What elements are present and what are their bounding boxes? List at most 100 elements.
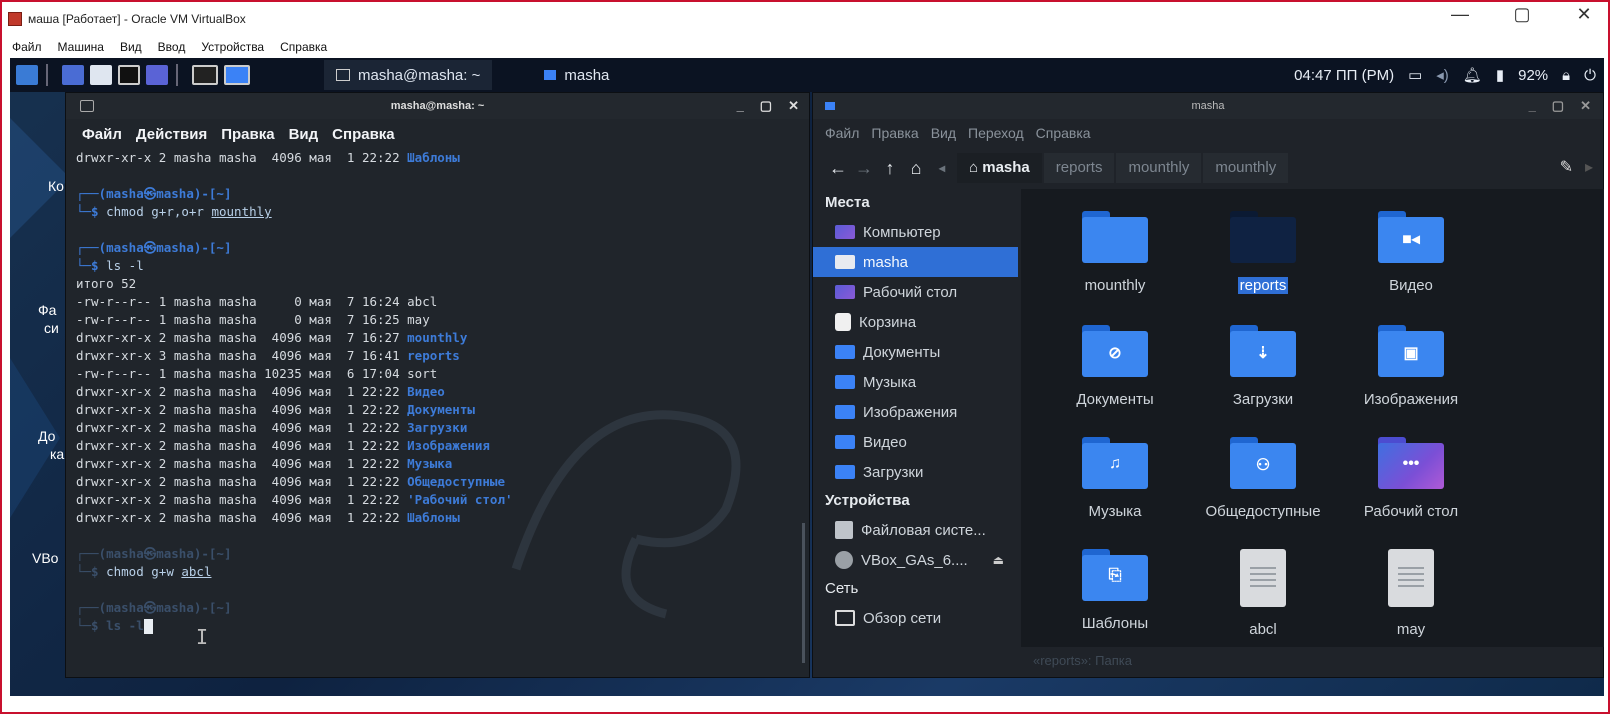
file-item[interactable]: may	[1337, 549, 1485, 638]
fm-minimize-button[interactable]: _	[1529, 98, 1536, 114]
notification-bell-icon[interactable]: 🔔︎	[1463, 66, 1482, 84]
terminal-menu-file[interactable]: Файл	[82, 126, 122, 143]
terminal-menu-view[interactable]: Вид	[289, 126, 319, 143]
task-terminal[interactable]: masha@masha: ~	[324, 60, 493, 90]
sidebar-item-pictures[interactable]: Изображения	[813, 397, 1018, 427]
close-button[interactable]: ✕	[1570, 4, 1598, 25]
file-item[interactable]: abcl	[1189, 549, 1337, 638]
folder-item[interactable]: ⚇ Общедоступные	[1189, 437, 1337, 520]
browser-launcher-icon[interactable]	[146, 65, 168, 85]
sidebar-item-computer[interactable]: Компьютер	[813, 217, 1018, 247]
host-menu-input[interactable]: Ввод	[158, 40, 186, 54]
desktop-icon-label[interactable]: Ко	[48, 178, 64, 194]
terminal-minimize-button[interactable]: _	[737, 98, 744, 114]
sidebar-item-vbox-cd[interactable]: VBox_GAs_6.... ⏏	[813, 545, 1018, 575]
up-arrow-icon[interactable]: ↑	[877, 158, 903, 179]
terminal-maximize-button[interactable]: ▢	[760, 98, 772, 114]
file-manager-launcher-icon[interactable]	[90, 65, 112, 85]
folder-item[interactable]: ⎘ Шаблоны	[1041, 549, 1189, 632]
host-menu-devices[interactable]: Устройства	[201, 40, 264, 54]
terminal-menu-help[interactable]: Справка	[332, 126, 394, 143]
forward-arrow-icon[interactable]: →	[851, 158, 877, 179]
folder-item[interactable]: ▣ Изображения	[1337, 325, 1485, 408]
breadcrumb-right-icon[interactable]: ▸	[1585, 157, 1593, 177]
fm-menu-go[interactable]: Переход	[968, 125, 1024, 141]
back-arrow-icon[interactable]: ←	[825, 158, 851, 179]
minimize-button[interactable]: —	[1446, 4, 1474, 25]
breadcrumb-item[interactable]: mounthly	[1203, 153, 1289, 183]
item-label: Документы	[1076, 391, 1154, 408]
folder-item[interactable]: ♫ Музыка	[1041, 437, 1189, 520]
sidebar-item-filesystem[interactable]: Файловая систе...	[813, 515, 1018, 545]
sidebar-item-documents[interactable]: Документы	[813, 337, 1018, 367]
file-manager-titlebar[interactable]: masha _ ▢ ✕	[813, 93, 1603, 119]
terminal-line: drwxr-xr-x 2 masha masha 4096 мая 1 22:2…	[76, 150, 460, 165]
item-label: reports	[1237, 277, 1289, 294]
folder-item[interactable]: ■◂ Видео	[1337, 211, 1485, 294]
sidebar-item-video[interactable]: Видео	[813, 427, 1018, 457]
terminal-scrollbar[interactable]	[802, 523, 805, 663]
desktop-icon-label[interactable]: си	[44, 320, 59, 336]
desktop-icon-label[interactable]: Фа	[38, 302, 56, 318]
sidebar-item-desktop[interactable]: Рабочий стол	[813, 277, 1018, 307]
host-menu-view[interactable]: Вид	[120, 40, 142, 54]
fm-maximize-button[interactable]: ▢	[1552, 98, 1564, 114]
item-label-wrap: Музыка	[1041, 503, 1189, 520]
host-menu-machine[interactable]: Машина	[58, 40, 104, 54]
desktop-icon-label[interactable]: VBo	[32, 550, 58, 566]
lock-icon[interactable]: 🔒︎	[1562, 67, 1570, 84]
workspace-2-icon[interactable]	[224, 65, 250, 85]
display-icon[interactable]: ▭	[1408, 66, 1422, 84]
fm-menu-view[interactable]: Вид	[931, 125, 956, 141]
panel-separator	[46, 64, 48, 86]
fm-close-button[interactable]: ✕	[1580, 98, 1591, 114]
fm-menu-edit[interactable]: Правка	[871, 125, 918, 141]
breadcrumb-left-icon[interactable]: ◂	[929, 161, 955, 175]
desktop-icon-label[interactable]: ка	[50, 446, 64, 462]
clock[interactable]: 04:47 ПП (PM)	[1294, 67, 1394, 84]
battery-icon[interactable]: ▮	[1496, 66, 1504, 84]
breadcrumb-item[interactable]: mounthly	[1116, 153, 1202, 183]
folder-item[interactable]: ⊘ Документы	[1041, 325, 1189, 408]
kali-menu-icon[interactable]	[16, 65, 38, 85]
breadcrumb-item[interactable]: ⌂ masha	[957, 153, 1042, 183]
home-icon[interactable]: ⌂	[903, 158, 929, 179]
sidebar-item-music[interactable]: Музыка	[813, 367, 1018, 397]
terminal-window[interactable]: masha@masha: ~ _ ▢ ✕ Файл Действия Правк…	[65, 92, 810, 678]
terminal-titlebar[interactable]: masha@masha: ~ _ ▢ ✕	[66, 93, 809, 119]
host-menu-file[interactable]: Файл	[12, 40, 42, 54]
item-label-wrap: reports	[1189, 277, 1337, 294]
folder-item[interactable]: reports	[1189, 211, 1337, 294]
file-grid[interactable]: mounthly reports ■◂ Видео ⊘ Документы ⇣ Загрузк…	[1021, 189, 1604, 647]
breadcrumb-item[interactable]: reports	[1043, 153, 1115, 183]
workspace-1-icon[interactable]	[192, 65, 218, 85]
text-file-icon	[1388, 549, 1434, 607]
volume-icon[interactable]: ◂)	[1436, 66, 1449, 84]
terminal-close-button[interactable]: ✕	[788, 98, 799, 114]
task-file-manager[interactable]: masha	[532, 60, 621, 90]
sidebar-item-masha[interactable]: masha	[813, 247, 1018, 277]
terminal-menu-edit[interactable]: Правка	[221, 126, 274, 143]
fm-menu-file[interactable]: Файл	[825, 125, 859, 141]
folder-item[interactable]: mounthly	[1041, 211, 1189, 294]
show-desktop-icon[interactable]	[62, 65, 84, 85]
terminal-total-line: итого 52	[76, 276, 137, 291]
terminal-menu-actions[interactable]: Действия	[136, 126, 207, 143]
fm-menu-help[interactable]: Справка	[1036, 125, 1091, 141]
logout-icon[interactable]: ⏻	[1584, 67, 1596, 84]
desktop-icon-label[interactable]: До	[38, 428, 55, 444]
maximize-button[interactable]: ▢	[1508, 4, 1536, 25]
sidebar-item-trash[interactable]: Корзина	[813, 307, 1018, 337]
sidebar-item-downloads[interactable]: Загрузки	[813, 457, 1018, 487]
folder-icon: ⎘	[1082, 549, 1148, 601]
file-manager-window[interactable]: masha _ ▢ ✕ Файл Правка Вид Переход Спра…	[812, 92, 1604, 678]
host-menu-help[interactable]: Справка	[280, 40, 327, 54]
edit-location-pencil-icon[interactable]: ✎	[1560, 157, 1573, 177]
folder-item[interactable]: ••• Рабочий стол	[1337, 437, 1485, 520]
terminal-launcher-icon[interactable]	[118, 65, 140, 85]
terminal-output[interactable]: drwxr-xr-x 2 masha masha 4096 мая 1 22:2…	[66, 149, 809, 649]
folder-item[interactable]: ⇣ Загрузки	[1189, 325, 1337, 408]
sidebar-item-browse-network[interactable]: Обзор сети	[813, 603, 1018, 633]
eject-icon[interactable]: ⏏	[993, 553, 1004, 567]
